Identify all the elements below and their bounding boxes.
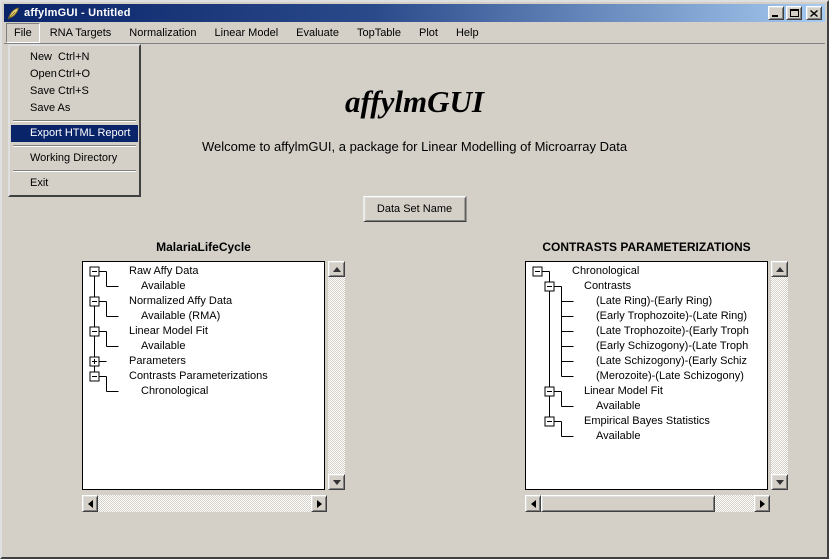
tree-node[interactable]: Available <box>141 279 185 294</box>
data-set-name-button[interactable]: Data Set Name <box>363 196 466 222</box>
tree-node[interactable]: Available (RMA) <box>141 309 220 324</box>
close-icon <box>810 10 818 17</box>
tree-node[interactable]: Available <box>596 399 640 414</box>
menu-file[interactable]: File <box>6 23 40 43</box>
menu-separator <box>13 120 136 122</box>
tree-node[interactable]: Empirical Bayes Statistics <box>584 414 710 429</box>
tree-node[interactable]: Chronological <box>141 384 208 399</box>
close-button[interactable] <box>806 6 822 20</box>
arrow-up-icon <box>776 267 784 272</box>
tree-node[interactable]: Contrasts <box>584 279 631 294</box>
scroll-up-button[interactable] <box>328 261 345 277</box>
menu-item-label: Save <box>30 85 55 97</box>
tree-node[interactable]: (Late Schizogony)-(Early Schiz <box>596 354 747 369</box>
arrow-right-icon <box>760 500 765 508</box>
scroll-right-button[interactable] <box>754 495 770 512</box>
arrow-right-icon <box>317 500 322 508</box>
tree-node[interactable]: Linear Model Fit <box>129 324 208 339</box>
scrollbar-track[interactable] <box>328 277 345 474</box>
menu-normalization[interactable]: Normalization <box>121 23 204 43</box>
right-tree-vscrollbar[interactable] <box>771 261 788 490</box>
menu-linear-model[interactable]: Linear Model <box>207 23 287 43</box>
tree-node[interactable]: (Early Trophozoite)-(Late Ring) <box>596 309 747 324</box>
menu-help[interactable]: Help <box>448 23 487 43</box>
menu-item-label: Open <box>30 68 57 80</box>
maximize-icon <box>790 9 799 17</box>
menu-item-shortcut: Ctrl+N <box>58 49 89 66</box>
tree-node[interactable]: Parameters <box>129 354 186 369</box>
menu-separator <box>13 145 136 147</box>
left-tree-box[interactable]: Raw Affy DataAvailableNormalized Affy Da… <box>82 261 325 490</box>
right-tree-hscrollbar[interactable] <box>525 495 770 512</box>
arrow-left-icon <box>88 500 93 508</box>
menu-item-shortcut: Ctrl+S <box>58 83 89 100</box>
title-bar[interactable]: affylmGUI - Untitled <box>4 4 825 22</box>
file-menu-item-exit[interactable]: Exit <box>11 175 138 192</box>
tree-node[interactable]: (Late Ring)-(Early Ring) <box>596 294 712 309</box>
left-tree-panel: MalariaLifeCycle Raw Affy DataAvailableN… <box>82 240 348 514</box>
menu-item-label: Exit <box>30 177 48 189</box>
scroll-left-button[interactable] <box>82 495 98 512</box>
tree-node[interactable]: Linear Model Fit <box>584 384 663 399</box>
menu-item-label: Export HTML Report <box>30 127 130 139</box>
menu-plot[interactable]: Plot <box>411 23 446 43</box>
left-tree-canvas: Raw Affy DataAvailableNormalized Affy Da… <box>83 262 324 489</box>
menu-toptable[interactable]: TopTable <box>349 23 409 43</box>
file-menu-item-export-html-report[interactable]: Export HTML Report <box>11 125 138 142</box>
tree-node[interactable]: (Merozoite)-(Late Schizogony) <box>596 369 744 384</box>
scrollbar-track[interactable] <box>771 277 788 474</box>
scroll-left-button[interactable] <box>525 495 541 512</box>
tree-node[interactable]: Contrasts Parameterizations <box>129 369 268 384</box>
scrollbar-thumb[interactable] <box>541 495 715 512</box>
file-menu: NewCtrl+NOpenCtrl+OSaveCtrl+SSave AsExpo… <box>8 44 141 197</box>
arrow-up-icon <box>333 267 341 272</box>
tree-node[interactable]: Chronological <box>572 264 639 279</box>
arrow-down-icon <box>333 480 341 485</box>
left-tree-vscrollbar[interactable] <box>328 261 345 490</box>
tree-node[interactable]: (Early Schizogony)-(Late Troph <box>596 339 748 354</box>
tree-node[interactable]: Normalized Affy Data <box>129 294 232 309</box>
arrow-left-icon <box>531 500 536 508</box>
tree-node[interactable]: Available <box>141 339 185 354</box>
menu-item-label: New <box>30 51 52 63</box>
menu-evaluate[interactable]: Evaluate <box>288 23 347 43</box>
right-tree-title: CONTRASTS PARAMETERIZATIONS <box>525 240 768 254</box>
window-title: affylmGUI - Untitled <box>24 7 766 19</box>
right-tree-panel: CONTRASTS PARAMETERIZATIONS Chronologica… <box>525 240 791 514</box>
minimize-button[interactable] <box>768 6 784 20</box>
tree-node[interactable]: Available <box>596 429 640 444</box>
file-menu-item-new[interactable]: New Ctrl+N <box>11 49 138 66</box>
scroll-down-button[interactable] <box>771 474 788 490</box>
scroll-right-button[interactable] <box>311 495 327 512</box>
menu-bar: FileRNA TargetsNormalizationLinear Model… <box>4 22 825 44</box>
minimize-icon <box>772 10 780 17</box>
right-tree-box[interactable]: ChronologicalContrasts(Late Ring)-(Early… <box>525 261 768 490</box>
maximize-button[interactable] <box>786 6 802 20</box>
file-menu-item-save[interactable]: SaveCtrl+S <box>11 83 138 100</box>
menu-rna-targets[interactable]: RNA Targets <box>42 23 120 43</box>
file-menu-item-open[interactable]: OpenCtrl+O <box>11 66 138 83</box>
tree-node[interactable]: Raw Affy Data <box>129 264 199 279</box>
scrollbar-track[interactable] <box>98 495 311 512</box>
tree-node[interactable]: (Late Trophozoite)-(Early Troph <box>596 324 749 339</box>
menu-item-label: Working Directory <box>30 152 117 164</box>
scroll-down-button[interactable] <box>328 474 345 490</box>
menu-item-shortcut: Ctrl+O <box>58 66 90 83</box>
right-tree-canvas: ChronologicalContrasts(Late Ring)-(Early… <box>526 262 767 489</box>
left-tree-hscrollbar[interactable] <box>82 495 327 512</box>
menu-separator <box>13 170 136 172</box>
scroll-up-button[interactable] <box>771 261 788 277</box>
app-window: affylmGUI - Untitled FileRNA TargetsNorm… <box>0 0 829 559</box>
arrow-down-icon <box>776 480 784 485</box>
menu-item-label: Save As <box>30 102 70 114</box>
left-tree-title: MalariaLifeCycle <box>82 240 325 254</box>
file-menu-item-save-as[interactable]: Save As <box>11 100 138 117</box>
file-menu-item-working-directory[interactable]: Working Directory <box>11 150 138 167</box>
feather-icon <box>7 7 20 20</box>
